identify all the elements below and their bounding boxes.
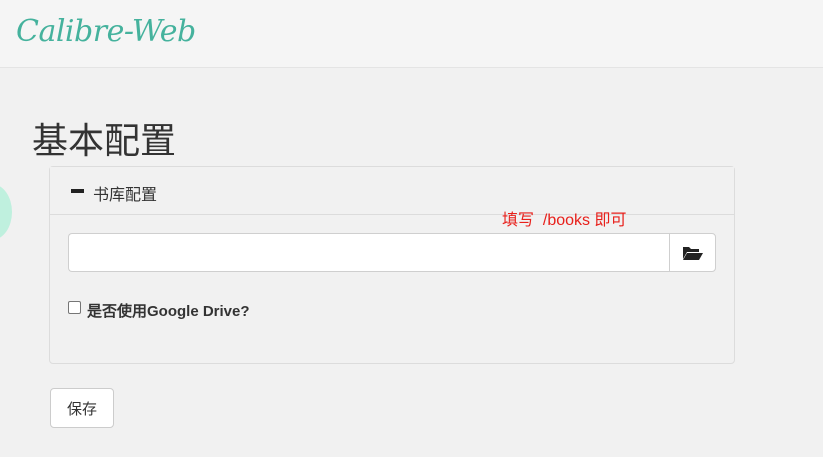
minus-icon[interactable] (71, 189, 84, 193)
navbar: Calibre-Web (0, 0, 823, 68)
library-path-input[interactable] (68, 233, 670, 272)
brand-logo[interactable]: Calibre-Web (16, 14, 196, 49)
folder-open-icon (682, 246, 703, 260)
folder-browse-button[interactable] (669, 233, 716, 272)
panel-heading-label: 书库配置 (93, 187, 158, 204)
page-title: 基本配置 (32, 120, 177, 161)
panel-heading[interactable]: 书库配置 (50, 167, 734, 215)
save-button[interactable]: 保存 (50, 388, 114, 428)
decorative-circle (0, 184, 12, 240)
red-annotation-text: 填写 /books 即可 (502, 212, 627, 229)
gdrive-checkbox[interactable] (68, 301, 81, 314)
gdrive-label[interactable]: 是否使用Google Drive? (87, 300, 250, 321)
